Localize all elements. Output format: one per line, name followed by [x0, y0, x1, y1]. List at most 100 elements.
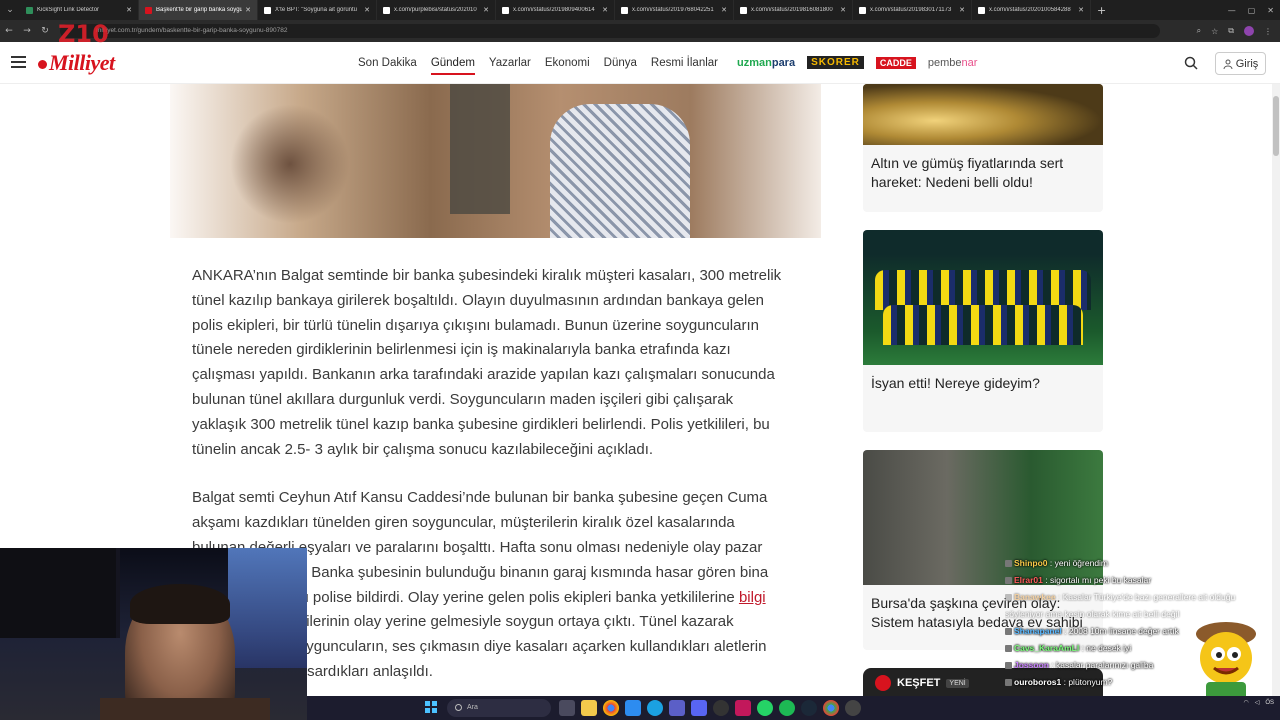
taskbar-search[interactable]: Ara: [447, 699, 551, 717]
browser-tab[interactable]: x.com/i/status/2020100584288 ✕: [972, 0, 1091, 20]
windows-start-icon[interactable]: [425, 701, 437, 713]
partner-brands: uzmanpara SKORER CADDE pembenar: [737, 56, 977, 69]
bookmark-star-icon[interactable]: ☆: [1211, 27, 1218, 36]
taskbar-app-chrome-icon[interactable]: [603, 700, 619, 716]
browser-tab[interactable]: x.com/i/status/2019830171173 ✕: [853, 0, 972, 20]
card-title[interactable]: İsyan etti! Nereye gideyim?: [863, 365, 1103, 393]
tab-favicon-icon: [740, 6, 747, 14]
taskbar-app-discord-icon[interactable]: [691, 700, 707, 716]
taskbar-app-misc-icon[interactable]: [845, 700, 861, 716]
browser-tab-bar: ⌄ KickSight Link Detector ✕ Başkent'te bir…: [0, 0, 1280, 20]
tab-title: Başkent'te bir garip banka soygunu: [156, 7, 243, 13]
taskbar-app-obs-icon[interactable]: [713, 700, 729, 716]
tab-favicon-icon: [145, 6, 152, 14]
nav-link[interactable]: Dünya: [604, 57, 637, 69]
chat-badge-icon: [1005, 560, 1012, 568]
minimize-icon[interactable]: —: [1228, 6, 1236, 15]
chat-text: Kasalar Türkiye'de bazı generallere ait …: [1062, 592, 1236, 602]
streamer-webcam: [0, 548, 307, 720]
browser-tab[interactable]: x.com/i/status/2019809400614 ✕: [496, 0, 615, 20]
tab-title: x.com/i/status/2020100584288: [989, 7, 1071, 13]
tab-favicon-icon: [859, 6, 866, 14]
kesfet-icon: [875, 675, 891, 691]
logo-dot: [38, 60, 47, 69]
back-icon[interactable]: ←: [0, 26, 18, 36]
search-icon[interactable]: [1184, 56, 1198, 70]
taskbar-app-files-icon[interactable]: [559, 700, 575, 716]
browser-tab[interactable]: X'te BPT: "Soyguna ait görüntü ✕: [258, 0, 377, 20]
tab-close-icon[interactable]: ✕: [483, 6, 489, 14]
tab-close-icon[interactable]: ✕: [1078, 6, 1084, 14]
nav-link[interactable]: Ekonomi: [545, 57, 590, 69]
tab-close-icon[interactable]: ✕: [840, 6, 846, 14]
sidebar-card[interactable]: İsyan etti! Nereye gideyim?: [863, 230, 1103, 432]
brand-cadde[interactable]: CADDE: [875, 56, 916, 69]
browser-tab[interactable]: x.com/purplebisi/status/202010 ✕: [377, 0, 496, 20]
windows-taskbar: Ara ◠ ◁ ÖS: [307, 696, 1280, 720]
tab-close-icon[interactable]: ✕: [245, 6, 251, 14]
article-link-bilgi[interactable]: bilgi: [739, 589, 766, 606]
tab-search-icon[interactable]: ⌄: [0, 0, 20, 20]
reload-icon[interactable]: ↻: [36, 26, 54, 36]
chat-message: Shinpo0 : yeni öğrendim: [1005, 555, 1275, 572]
article-hero-image: [170, 84, 821, 238]
site-header: Milliyet Z10 Son Dakika Gündem Yazarlar Eko…: [0, 20, 1280, 84]
extensions-icon[interactable]: ⧉: [1228, 26, 1234, 36]
browser-toolbar-right: ⌕ ☆ ⧉ ⋮: [1197, 20, 1272, 42]
zoom-icon[interactable]: ⌕: [1197, 26, 1201, 36]
tab-close-icon[interactable]: ✕: [959, 6, 965, 14]
nav-link[interactable]: Son Dakika: [358, 57, 417, 69]
card-title[interactable]: Altın ve gümüş fiyatlarında sert hareket…: [863, 145, 1103, 192]
tab-title: x.com/purplebisi/status/202010: [394, 7, 477, 13]
brand-pembenar[interactable]: pembenar: [928, 57, 978, 69]
taskbar-app-app-icon[interactable]: [735, 700, 751, 716]
scrollbar-thumb[interactable]: [1273, 96, 1279, 156]
taskbar-app-whatsapp-icon[interactable]: [757, 700, 773, 716]
browser-tab[interactable]: KickSight Link Detector ✕: [20, 0, 139, 20]
browser-menu-icon[interactable]: ⋮: [1264, 27, 1272, 36]
login-button[interactable]: Giriş: [1215, 52, 1266, 75]
chat-text: ne desek iyi: [1086, 643, 1132, 653]
browser-tab[interactable]: x.com/i/status/2019768042251 ✕: [615, 0, 734, 20]
chat-username: ouroboros1: [1014, 677, 1062, 687]
close-window-icon[interactable]: ✕: [1267, 6, 1274, 15]
brand-skorer[interactable]: SKORER: [807, 56, 864, 69]
taskbar-app-teams-icon[interactable]: [669, 700, 685, 716]
hamburger-menu-icon[interactable]: [11, 56, 26, 68]
sidebar-card[interactable]: Altın ve gümüş fiyatlarında sert hareket…: [863, 84, 1103, 212]
nav-link[interactable]: Resmi İlanlar: [651, 57, 718, 69]
tab-close-icon[interactable]: ✕: [364, 6, 370, 14]
wifi-icon[interactable]: ◠: [1243, 699, 1248, 706]
tab-title: x.com/i/status/2019768042251: [632, 7, 714, 13]
brand-uzmanpara[interactable]: uzmanpara: [737, 57, 795, 69]
user-icon: [1223, 59, 1233, 69]
taskbar-app-explorer-icon[interactable]: [581, 700, 597, 716]
chat-username: Banawkee: [1014, 592, 1056, 602]
browser-tab[interactable]: Başkent'te bir garip banka soygunu ✕: [139, 0, 258, 20]
tab-title: x.com/i/status/2019809400614: [513, 7, 595, 13]
tab-close-icon[interactable]: ✕: [602, 6, 608, 14]
new-tab-button[interactable]: +: [1091, 4, 1106, 17]
nav-link[interactable]: Yazarlar: [489, 57, 531, 69]
tab-title: X'te BPT: "Soyguna ait görüntü: [275, 7, 357, 13]
url-field[interactable]: milliyet.com.tr/gundem/baskentte-bir-gar…: [60, 24, 1160, 38]
profile-avatar[interactable]: [1244, 26, 1254, 36]
forward-icon[interactable]: →: [18, 26, 36, 36]
tab-close-icon[interactable]: ✕: [721, 6, 727, 14]
site-logo[interactable]: Milliyet: [49, 50, 115, 76]
window-controls: — ▢ ✕: [1228, 0, 1274, 20]
taskbar-app-steam-icon[interactable]: [801, 700, 817, 716]
nav-link[interactable]: Gündem: [430, 57, 476, 75]
chat-username: Shanapanel: [1014, 626, 1062, 636]
tab-close-icon[interactable]: ✕: [126, 6, 132, 14]
taskbar-app-chrome2-icon[interactable]: [823, 700, 839, 716]
chat-badge-icon: [1005, 645, 1012, 653]
chat-badge-icon: [1005, 628, 1012, 636]
maximize-icon[interactable]: ▢: [1248, 6, 1256, 15]
kesfet-label: KEŞFET: [897, 677, 941, 689]
taskbar-app-spotify-icon[interactable]: [779, 700, 795, 716]
taskbar-app-store-icon[interactable]: [625, 700, 641, 716]
volume-icon[interactable]: ◁: [1255, 699, 1260, 706]
browser-tab[interactable]: x.com/i/status/2019816081800 ✕: [734, 0, 853, 20]
taskbar-app-edge-icon[interactable]: [647, 700, 663, 716]
